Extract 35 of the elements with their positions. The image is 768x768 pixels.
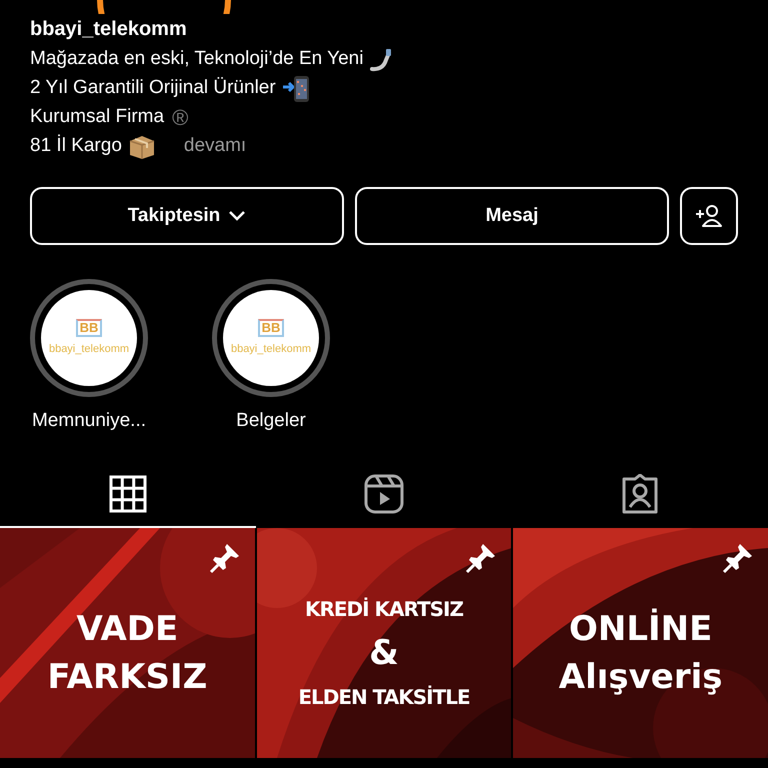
post-thumbnail[interactable]: VADE FARKSIZ [0, 528, 255, 758]
bio-line: 81 İl Kargo [30, 134, 122, 158]
reels-icon [364, 474, 404, 514]
phone-arrow-icon [282, 74, 312, 102]
post-thumbnail[interactable]: ONLİNE Alışveriş [513, 528, 768, 758]
message-button[interactable]: Mesaj [355, 187, 669, 245]
cover-text: bbayi_telekomm [48, 342, 130, 357]
post-text: ONLİNE [568, 608, 712, 650]
post-text: Alışveriş [558, 656, 723, 698]
following-button[interactable]: Takiptesin [30, 187, 344, 245]
package-icon [128, 134, 156, 160]
avatar-ring[interactable] [96, 0, 232, 14]
cover-text: bbayi_telekomm [230, 342, 312, 357]
post-text: VADE [76, 608, 178, 650]
arm-icon [369, 48, 394, 72]
bio-line: Kurumsal Firma [30, 105, 164, 130]
post-text: FARKSIZ [47, 656, 208, 698]
logo-mark: BB [76, 318, 102, 337]
bio-line: Mağazada en eski, Teknoloji’de En Yeni [30, 47, 364, 72]
tagged-icon [620, 474, 660, 514]
logo-mark: BB [258, 318, 284, 337]
username: bbayi_telekomm [30, 17, 187, 42]
more-link[interactable]: devamı [184, 132, 246, 161]
registered-mark: ® [172, 104, 188, 132]
add-person-button[interactable] [680, 187, 738, 245]
highlight-label: Memnuniye... [32, 409, 146, 433]
highlight-label: Belgeler [236, 409, 306, 433]
bio-line: 2 Yıl Garantili Orijinal Ürünler [30, 76, 276, 100]
add-person-icon [695, 204, 723, 228]
post-thumbnail[interactable]: KREDİ KARTSIZ & ELDEN TAKSİTLE [256, 528, 512, 758]
post-text: KREDİ KARTSIZ [304, 596, 464, 622]
post-text: & [369, 632, 399, 674]
grid-icon [109, 474, 147, 512]
chevron-down-icon [228, 210, 246, 222]
post-text: ELDEN TAKSİTLE [298, 684, 470, 710]
